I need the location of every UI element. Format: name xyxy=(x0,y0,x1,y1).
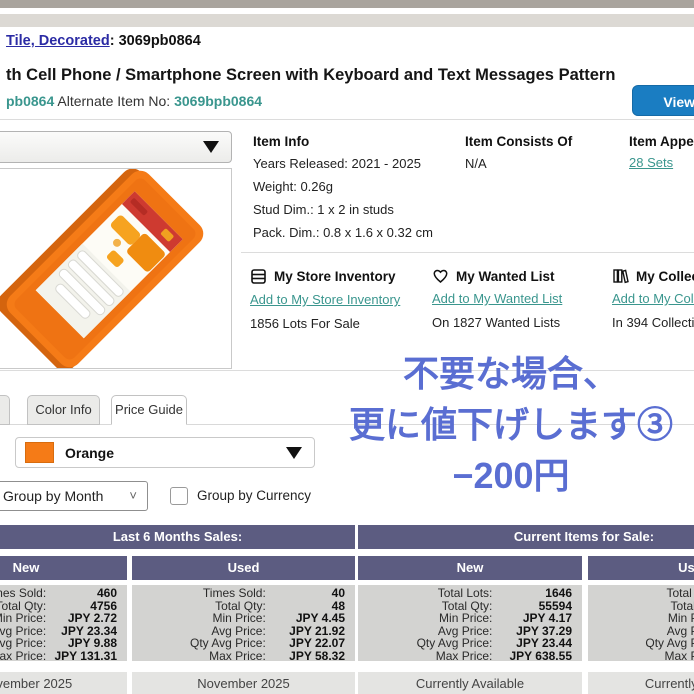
my-wanted-block: My Wanted List Add to My Wanted List On … xyxy=(432,268,602,334)
column-header-current-new: New xyxy=(358,556,582,580)
column-header-current-used: Used xyxy=(588,556,694,580)
on-wanted-lists: On 1827 Wanted Lists xyxy=(432,315,561,330)
my-store-block: My Store Inventory Add to My Store Inven… xyxy=(250,268,430,335)
page: Tile, Decorated: 3069pb0864 th Cell Phon… xyxy=(0,0,694,694)
view-price-guide-button[interactable]: View Pri xyxy=(632,85,694,116)
overlay-line-1: 不要な場合、 xyxy=(402,353,619,394)
column-header-sales-new: New xyxy=(0,556,127,580)
overlay-line-3: −200円 xyxy=(452,455,570,496)
color-select-dropdown[interactable]: Orange xyxy=(15,437,315,468)
item-info-heading: Item Info xyxy=(253,134,310,149)
price-cell-sales-used: Times Sold: 40 Total Qty: 48 Min Price: JPY… xyxy=(132,585,355,662)
item-consists-heading: Item Consists Of xyxy=(465,134,573,149)
group-by-currency-checkbox[interactable] xyxy=(170,487,188,505)
color-swatch-orange xyxy=(25,442,54,463)
content-divider xyxy=(0,370,694,371)
store-inventory-icon xyxy=(251,269,266,284)
price-cell-current-used: Total Lots: Total Qty: Min Price: Avg Pr… xyxy=(588,585,694,662)
next-row-current-new: Currently Available xyxy=(358,672,582,694)
price-cell-current-new: Total Lots: 1646 Total Qty: 55594 Min Pric… xyxy=(358,585,582,662)
my-collection-block: My Collect Add to My Coll In 394 Collect… xyxy=(612,268,694,334)
breadcrumb: Tile, Decorated: 3069pb0864 xyxy=(6,33,201,49)
appears-in-sets-link[interactable]: 28 Sets xyxy=(629,155,673,170)
add-wanted-list-link[interactable]: Add to My Wanted List xyxy=(432,291,562,306)
add-collection-link[interactable]: Add to My Coll xyxy=(612,291,694,306)
next-row-sales-used: November 2025 xyxy=(132,672,355,694)
breadcrumb-item-id: 3069pb0864 xyxy=(118,33,201,49)
item-info-lines: Years Released: 2021 - 2025 Weight: 0.26… xyxy=(253,152,433,244)
collection-books-icon xyxy=(613,269,629,284)
my-store-heading: My Store Inventory xyxy=(274,269,396,284)
image-view-dropdown[interactable] xyxy=(0,131,232,163)
section-current-items: Current Items for Sale: xyxy=(358,525,694,549)
section-divider xyxy=(241,252,694,253)
in-collections: In 394 Collecti xyxy=(612,315,694,330)
column-header-sales-used: Used xyxy=(132,556,355,580)
product-image xyxy=(0,169,204,368)
color-selected-label: Orange xyxy=(65,444,115,461)
tab-fragment[interactable] xyxy=(0,395,10,425)
item-appears-heading: Item Appea xyxy=(629,134,694,149)
item-consists-value: N/A xyxy=(465,156,487,171)
price-cell-sales-new: Times Sold:460 Total Qty:4756 Min Price:… xyxy=(0,585,127,662)
tab-price-guide[interactable]: Price Guide xyxy=(111,395,187,425)
alt-item-label: Alternate Item No: xyxy=(54,93,175,109)
weight: Weight: 0.26g xyxy=(253,179,333,194)
years-released: Years Released: 2021 - 2025 xyxy=(253,156,421,171)
tab-color-info[interactable]: Color Info xyxy=(27,395,100,425)
next-row-current-used: Currently Available xyxy=(588,672,694,694)
dropdown-arrow-icon xyxy=(203,141,219,153)
top-strip-light xyxy=(0,14,694,27)
page-title: th Cell Phone / Smartphone Screen with K… xyxy=(6,66,616,84)
lots-for-sale: 1856 Lots For Sale xyxy=(250,316,360,331)
add-store-inventory-link[interactable]: Add to My Store Inventory xyxy=(250,292,400,307)
heart-icon xyxy=(433,269,448,283)
tab-baseline xyxy=(0,424,694,425)
my-collection-heading: My Collect xyxy=(636,268,694,284)
breadcrumb-colon: : xyxy=(109,33,119,49)
group-by-currency-label: Group by Currency xyxy=(197,488,312,503)
dropdown-arrow-icon xyxy=(286,447,302,459)
breadcrumb-category-link[interactable]: Tile, Decorated xyxy=(6,33,110,49)
header-divider xyxy=(0,119,694,120)
my-wanted-heading: My Wanted List xyxy=(456,268,555,284)
item-no: pb0864 xyxy=(6,93,55,109)
next-row-sales-new: November 2025 xyxy=(0,672,127,694)
group-by-value: Group by Month xyxy=(3,488,104,504)
group-by-select[interactable]: Group by Month ˅ xyxy=(0,481,148,511)
select-chevron-icon: ˅ xyxy=(129,488,137,503)
section-last-6-months: Last 6 Months Sales: xyxy=(0,525,355,549)
product-image-frame xyxy=(0,168,232,369)
pack-dim: Pack. Dim.: 0.8 x 1.6 x 0.32 cm xyxy=(253,225,433,240)
stud-dim: Stud Dim.: 1 x 2 in studs xyxy=(253,202,394,217)
alt-item-no: 3069bpb0864 xyxy=(174,93,263,109)
item-number-row: pb0864 Alternate Item No: 3069bpb0864 xyxy=(6,93,262,109)
top-strip-dark xyxy=(0,0,694,8)
